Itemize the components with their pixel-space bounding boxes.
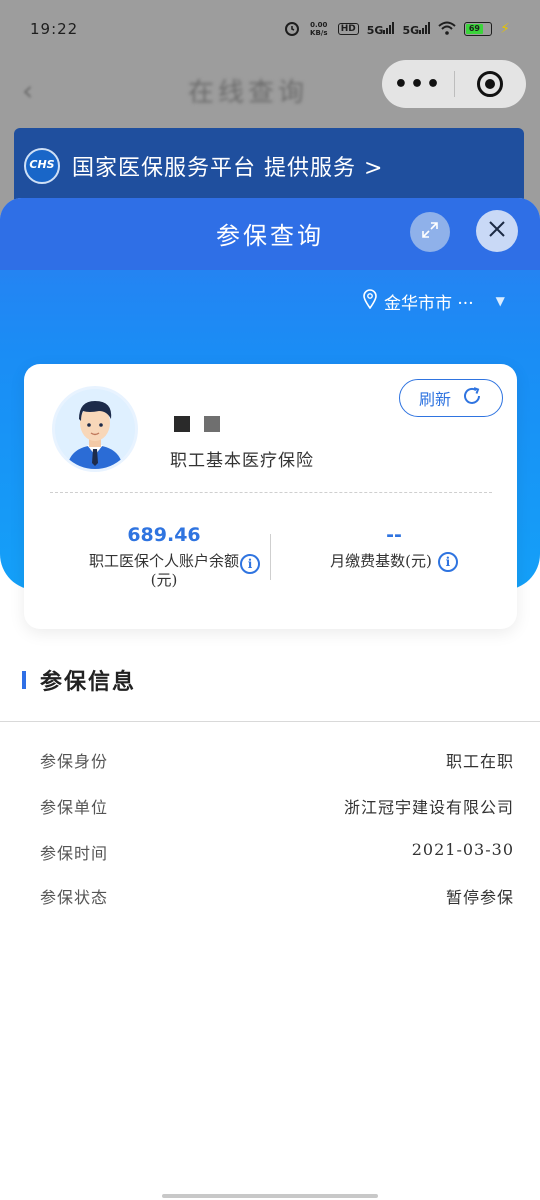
refresh-label: 刷新 bbox=[418, 390, 451, 409]
info-value: 浙江冠宇建设有限公司 bbox=[343, 798, 514, 817]
name-mask-block bbox=[174, 416, 190, 432]
account-balance-stat: 689.46 职工医保个人账户余额(元) i bbox=[64, 524, 264, 590]
monthly-base-stat: -- 月缴费基数(元) i bbox=[294, 524, 494, 572]
info-row-status: 参保状态 暂停参保 bbox=[40, 884, 514, 908]
info-row-date: 参保时间 2021-03-30 bbox=[40, 840, 514, 864]
refresh-icon bbox=[461, 385, 483, 411]
more-icon[interactable]: ••• bbox=[382, 72, 454, 97]
refresh-button[interactable]: 刷新 bbox=[399, 379, 503, 417]
section-title: 参保信息 bbox=[40, 669, 137, 695]
hd-badge: HD bbox=[337, 23, 359, 35]
chs-logo: CHS bbox=[24, 148, 60, 184]
system-icons: 0.00 KB/s HD 5G 5G 69 ⚡ bbox=[284, 20, 510, 39]
info-label: 参保身份 bbox=[40, 752, 109, 771]
info-label: 参保时间 bbox=[40, 844, 109, 863]
back-icon: ‹ bbox=[22, 74, 34, 107]
info-value: 职工在职 bbox=[445, 752, 514, 771]
region-name: 金华市市 ··· bbox=[384, 293, 474, 314]
insurance-type: 职工基本医疗保险 bbox=[170, 451, 314, 471]
net-speed: 0.00 KB/s bbox=[310, 21, 328, 37]
account-balance-label: 职工医保个人账户余额(元) bbox=[88, 552, 239, 589]
sheet-title: 参保查询 bbox=[216, 222, 324, 250]
wifi-icon bbox=[438, 21, 456, 38]
alarm-icon bbox=[284, 20, 300, 39]
monthly-base-value: -- bbox=[386, 524, 402, 546]
status-time: 19:22 bbox=[30, 20, 79, 38]
close-icon bbox=[487, 219, 507, 243]
status-bar: 19:22 0.00 KB/s HD 5G 5G 69 ⚡ bbox=[0, 0, 540, 58]
miniprogram-capsule: ••• bbox=[382, 60, 526, 108]
insurance-query-sheet: 参保查询 金华市市 ··· ▼ 职工基本医疗保险 刷新 689.46 职工医保个… bbox=[0, 198, 540, 1200]
expand-icon bbox=[420, 220, 440, 245]
avatar bbox=[52, 386, 138, 472]
info-label: 参保状态 bbox=[40, 888, 109, 907]
location-pin-icon bbox=[362, 288, 378, 314]
banner-text: 国家医保服务平台 提供服务 > bbox=[72, 156, 384, 181]
info-value: 暂停参保 bbox=[445, 888, 514, 907]
section-header: 参保信息 bbox=[22, 664, 136, 696]
info-label: 参保单位 bbox=[40, 798, 109, 817]
background-page-title: 在线查询 bbox=[188, 78, 309, 108]
info-row-employer: 参保单位 浙江冠宇建设有限公司 bbox=[40, 794, 514, 818]
stat-divider bbox=[270, 534, 271, 580]
profile-card: 职工基本医疗保险 刷新 689.46 职工医保个人账户余额(元) i -- 月缴费… bbox=[24, 364, 517, 629]
background-navbar: ‹ 在线查询 ••• bbox=[0, 58, 540, 118]
monthly-base-label: 月缴费基数(元) bbox=[330, 552, 432, 570]
info-row-identity: 参保身份 职工在职 bbox=[40, 748, 514, 772]
section-accent-bar bbox=[22, 671, 26, 689]
close-button[interactable] bbox=[476, 210, 518, 252]
charging-icon: ⚡ bbox=[500, 21, 510, 37]
battery-icon: 69 bbox=[464, 22, 493, 36]
info-icon[interactable]: i bbox=[240, 554, 260, 574]
masked-name bbox=[174, 416, 220, 432]
expand-button[interactable] bbox=[410, 212, 450, 252]
region-selector[interactable]: 金华市市 ··· ▼ bbox=[362, 288, 505, 314]
home-indicator[interactable] bbox=[162, 1194, 378, 1198]
miniprogram-close-icon[interactable] bbox=[455, 71, 525, 97]
info-icon[interactable]: i bbox=[437, 552, 458, 572]
name-mask-block bbox=[204, 416, 220, 432]
card-divider bbox=[50, 492, 492, 493]
signal-5g-1: 5G bbox=[367, 21, 395, 37]
caret-down-icon: ▼ bbox=[495, 294, 505, 308]
info-value: 2021-03-30 bbox=[411, 840, 514, 859]
account-balance-value: 689.46 bbox=[127, 524, 201, 546]
battery-level: 69 bbox=[466, 24, 483, 34]
section-divider bbox=[0, 721, 540, 722]
signal-5g-2: 5G bbox=[402, 21, 431, 37]
